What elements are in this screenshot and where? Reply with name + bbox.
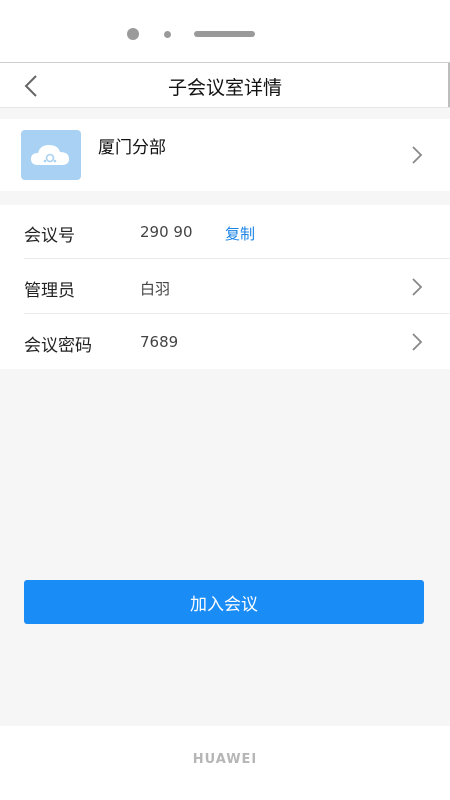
page-title: 子会议室详情: [167, 77, 282, 99]
meeting-id-label: 会议号: [24, 226, 75, 246]
admin-row[interactable]: 管理员 白羽: [0, 260, 450, 314]
password-row[interactable]: 会议密码 7689: [0, 315, 450, 369]
meeting-info-list: 会议号 290 90 复制 管理员 白羽 会议密码 7689: [0, 205, 450, 369]
branch-thumbnail: [21, 130, 81, 180]
cloud-icon: [31, 145, 69, 165]
admin-label: 管理员: [24, 281, 75, 301]
password-value: 7689: [140, 333, 179, 351]
phone-top-bezel: [0, 0, 450, 62]
meeting-id-value: 290 90: [140, 223, 193, 241]
password-label: 会议密码: [24, 336, 92, 356]
navbar: 子会议室详情: [0, 63, 450, 108]
earpiece-speaker: [194, 31, 255, 37]
sensor-dot: [164, 31, 171, 38]
meeting-id-row: 会议号 290 90 复制: [0, 205, 450, 259]
app-screen: 子会议室详情 厦门分部 会议号 290 90 复制 管理员 白羽 会议密码 76…: [0, 62, 450, 727]
join-meeting-button[interactable]: 加入会议: [24, 580, 424, 624]
admin-value: 白羽: [140, 280, 171, 298]
camera-dot: [127, 28, 139, 40]
chevron-right-icon: [412, 146, 423, 164]
brand-logo: HUAWEI: [192, 752, 258, 767]
branch-card[interactable]: 厦门分部: [0, 119, 450, 191]
copy-button[interactable]: 复制: [225, 223, 255, 244]
row-divider: [24, 258, 450, 259]
branch-name: 厦门分部: [98, 138, 166, 158]
chevron-right-icon: [412, 333, 423, 351]
row-divider: [24, 313, 450, 314]
chevron-right-icon: [412, 278, 423, 296]
phone-bottom-bezel: HUAWEI: [0, 726, 450, 800]
